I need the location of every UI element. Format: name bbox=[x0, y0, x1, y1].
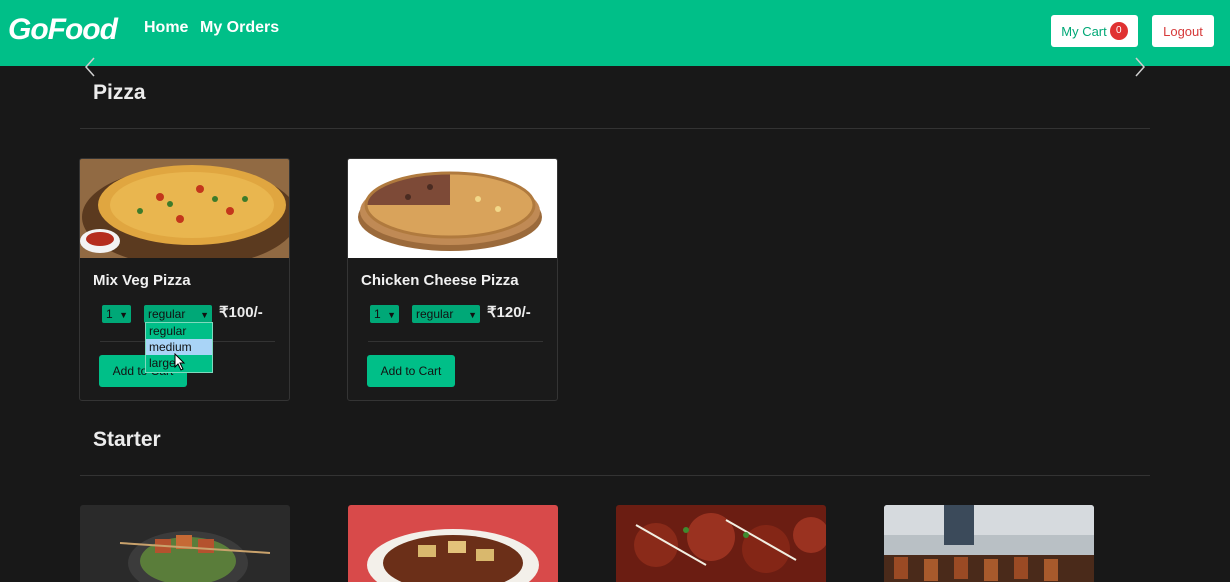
chevron-down-icon: ▼ bbox=[387, 310, 396, 320]
section-divider bbox=[80, 475, 1150, 476]
add-to-cart-button[interactable]: Add to Cart bbox=[367, 355, 455, 387]
brand-logo[interactable]: GoFood bbox=[8, 13, 118, 47]
food-name: Chicken Cheese Pizza bbox=[361, 272, 519, 289]
size-value: regular bbox=[148, 307, 186, 321]
food-price: ₹100/- bbox=[219, 304, 263, 321]
chevron-left-icon[interactable] bbox=[80, 56, 102, 78]
food-image bbox=[80, 159, 289, 258]
food-price: ₹120/- bbox=[487, 304, 531, 321]
mouse-cursor-icon bbox=[174, 353, 186, 371]
chevron-down-icon: ▼ bbox=[468, 310, 477, 320]
food-name: Mix Veg Pizza bbox=[93, 272, 191, 289]
food-image bbox=[80, 505, 290, 582]
section-title-starter: Starter bbox=[93, 428, 161, 451]
section-title-pizza: Pizza bbox=[93, 81, 146, 104]
quantity-select[interactable]: 1 ▼ bbox=[102, 305, 131, 323]
quantity-value: 1 bbox=[106, 307, 113, 321]
chevron-down-icon: ▼ bbox=[119, 310, 128, 320]
food-image bbox=[616, 505, 826, 582]
card-divider bbox=[368, 341, 543, 342]
nav-home-link[interactable]: Home bbox=[144, 19, 188, 37]
size-select[interactable]: regular ▼ bbox=[412, 305, 480, 323]
size-value: regular bbox=[416, 307, 454, 321]
quantity-value: 1 bbox=[374, 307, 381, 321]
food-image bbox=[348, 505, 558, 582]
cart-count-badge: 0 bbox=[1109, 22, 1128, 40]
navbar: GoFood Home My Orders My Cart 0 Logout bbox=[0, 0, 1230, 66]
food-image bbox=[348, 159, 557, 258]
my-cart-button[interactable]: My Cart 0 bbox=[1051, 15, 1138, 47]
logout-button[interactable]: Logout bbox=[1152, 15, 1214, 47]
food-image bbox=[884, 505, 1094, 582]
size-select[interactable]: regular ▼ bbox=[144, 305, 212, 323]
chevron-right-icon[interactable] bbox=[1128, 56, 1150, 78]
section-divider bbox=[80, 128, 1150, 129]
my-cart-label: My Cart bbox=[1061, 23, 1107, 39]
nav-my-orders-link[interactable]: My Orders bbox=[200, 19, 279, 37]
size-option-regular[interactable]: regular bbox=[146, 323, 212, 339]
food-card: Chicken Cheese Pizza 1 ▼ regular ▼ ₹120/… bbox=[347, 158, 558, 401]
quantity-select[interactable]: 1 ▼ bbox=[370, 305, 399, 323]
